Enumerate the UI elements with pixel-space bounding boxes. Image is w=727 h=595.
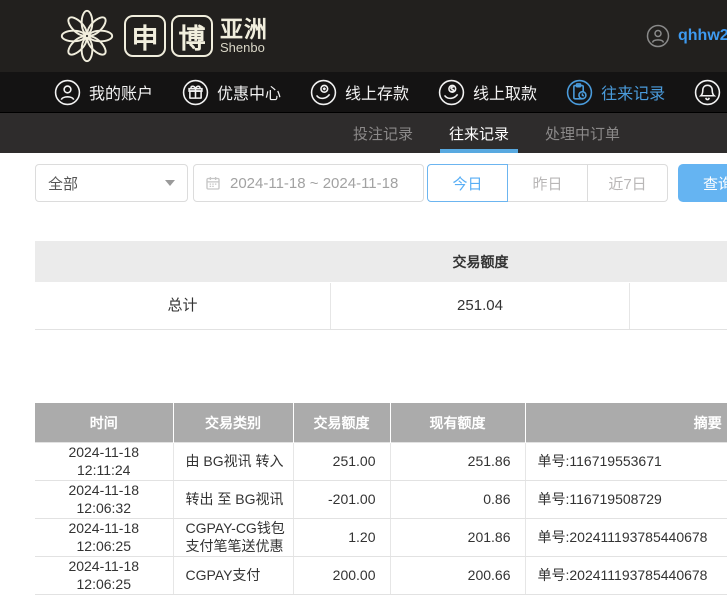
subtab-bar: 投注记录往来记录处理中订单 xyxy=(0,113,727,153)
cell-note: 单号:116719508729 xyxy=(525,481,727,519)
quick-date-yesterday-button[interactable]: 昨日 xyxy=(508,164,588,202)
top-header: 申 博 亚洲 Shenbo qhhw2 xyxy=(0,0,727,72)
subtab-transfer-records[interactable]: 往来记录 xyxy=(440,113,518,153)
calendar-icon xyxy=(204,174,222,192)
table-row: 2024-11-18 12:06:25CGPAY-CG钱包支付笔笔送优惠1.20… xyxy=(35,519,727,557)
cell-time: 2024-11-18 12:06:25 xyxy=(35,519,173,557)
nav-item-label: 线上存款 xyxy=(345,80,409,104)
cell-time: 2024-11-18 12:11:24 xyxy=(35,443,173,481)
nav-item-promo-center[interactable]: 优惠中心 xyxy=(182,79,281,106)
table-row: 2024-11-18 12:06:25CGPAY支付200.00200.66单号… xyxy=(35,557,727,595)
logo-char-bo: 博 xyxy=(171,15,213,57)
nav-item-label: 往来记录 xyxy=(601,80,665,104)
cell-amount: 251.00 xyxy=(293,443,390,481)
filter-row: 全部 2024-11-18 ~ 2024-11-18 今日昨日近7日 查询 xyxy=(0,164,727,202)
table-row: 2024-11-18 12:11:24由 BG视讯 转入251.00251.86… xyxy=(35,443,727,481)
summary-table-row: 总计 251.04 xyxy=(35,283,727,330)
nav-item-message-center[interactable]: 信息中心 xyxy=(694,79,727,106)
nav-item-transfer-records[interactable]: 往来记录 xyxy=(566,79,665,106)
nav-item-label: 我的账户 xyxy=(89,80,153,104)
column-header: 摘要 xyxy=(525,403,727,443)
date-range-value: 2024-11-18 ~ 2024-11-18 xyxy=(230,175,398,192)
cell-balance: 251.86 xyxy=(390,443,525,481)
cell-amount: -201.00 xyxy=(293,481,390,519)
deposit-icon xyxy=(310,79,337,106)
nav-item-label: 优惠中心 xyxy=(217,80,281,104)
summary-empty-cell xyxy=(630,283,727,329)
cell-amount: 1.20 xyxy=(293,519,390,557)
gift-icon xyxy=(182,79,209,106)
subtab-bet-records[interactable]: 投注记录 xyxy=(344,113,422,153)
user-avatar-icon xyxy=(646,24,670,48)
cell-time: 2024-11-18 12:06:32 xyxy=(35,481,173,519)
summary-total-label: 总计 xyxy=(35,283,331,329)
main-nav-bar: 我的账户 优惠中心 线上存款 线上取款 往来记录 信息中心 xyxy=(0,72,727,113)
transactions-table: 时间交易类别交易额度现有额度摘要 2024-11-18 12:11:24由 BG… xyxy=(35,403,727,595)
user-account-area[interactable]: qhhw2 xyxy=(646,0,727,72)
column-header: 时间 xyxy=(35,403,173,443)
site-logo[interactable]: 申 博 亚洲 Shenbo xyxy=(56,5,268,67)
cell-balance: 0.86 xyxy=(390,481,525,519)
category-dropdown[interactable]: 全部 xyxy=(35,164,188,202)
nav-item-online-withdraw[interactable]: 线上取款 xyxy=(438,79,537,106)
search-button[interactable]: 查询 xyxy=(678,164,727,202)
logo-region-text: 亚洲 xyxy=(220,17,268,41)
nav-item-my-account[interactable]: 我的账户 xyxy=(54,79,153,106)
username-link[interactable]: qhhw2 xyxy=(678,27,727,45)
cell-balance: 201.86 xyxy=(390,519,525,557)
quick-date-today-button[interactable]: 今日 xyxy=(427,164,508,202)
cell-time: 2024-11-18 12:06:25 xyxy=(35,557,173,595)
transactions-table-head: 时间交易类别交易额度现有额度摘要 xyxy=(35,403,727,443)
cell-type: 转出 至 BG视讯 xyxy=(173,481,293,519)
header-row: 时间交易类别交易额度现有额度摘要 xyxy=(35,403,727,443)
column-header: 交易类别 xyxy=(173,403,293,443)
cell-balance: 200.66 xyxy=(390,557,525,595)
column-header: 交易额度 xyxy=(293,403,390,443)
cell-note: 单号:202411193785440678 xyxy=(525,557,727,595)
cell-type: 由 BG视讯 转入 xyxy=(173,443,293,481)
subtab-pending-orders[interactable]: 处理中订单 xyxy=(536,113,629,153)
nav-item-label: 线上取款 xyxy=(473,80,537,104)
logo-char-shen: 申 xyxy=(124,15,166,57)
logo-subtitle: Shenbo xyxy=(220,41,268,55)
cell-note: 单号:202411193785440678 xyxy=(525,519,727,557)
date-range-input[interactable]: 2024-11-18 ~ 2024-11-18 xyxy=(193,164,424,202)
summary-amount-header: 交易额度 xyxy=(331,252,630,272)
column-header: 现有额度 xyxy=(390,403,525,443)
category-dropdown-value: 全部 xyxy=(48,173,78,194)
records-icon xyxy=(566,79,593,106)
bell-icon xyxy=(694,79,721,106)
cell-amount: 200.00 xyxy=(293,557,390,595)
cell-type: CGPAY支付 xyxy=(173,557,293,595)
nav-item-online-deposit[interactable]: 线上存款 xyxy=(310,79,409,106)
transactions-table-body: 2024-11-18 12:11:24由 BG视讯 转入251.00251.86… xyxy=(35,443,727,595)
user-icon xyxy=(54,79,81,106)
summary-table-header: 交易额度 xyxy=(35,241,727,282)
quick-date-last7days-button[interactable]: 近7日 xyxy=(588,164,668,202)
chevron-down-icon xyxy=(165,180,175,186)
withdraw-icon xyxy=(438,79,465,106)
table-row: 2024-11-18 12:06:32转出 至 BG视讯-201.000.86单… xyxy=(35,481,727,519)
quick-date-group: 今日昨日近7日 xyxy=(427,164,668,202)
cell-type: CGPAY-CG钱包支付笔笔送优惠 xyxy=(173,519,293,557)
summary-table: 交易额度 总计 251.04 xyxy=(35,241,727,330)
flower-logo-icon xyxy=(56,5,118,67)
cell-note: 单号:116719553671 xyxy=(525,443,727,481)
summary-total-amount: 251.04 xyxy=(331,283,630,329)
